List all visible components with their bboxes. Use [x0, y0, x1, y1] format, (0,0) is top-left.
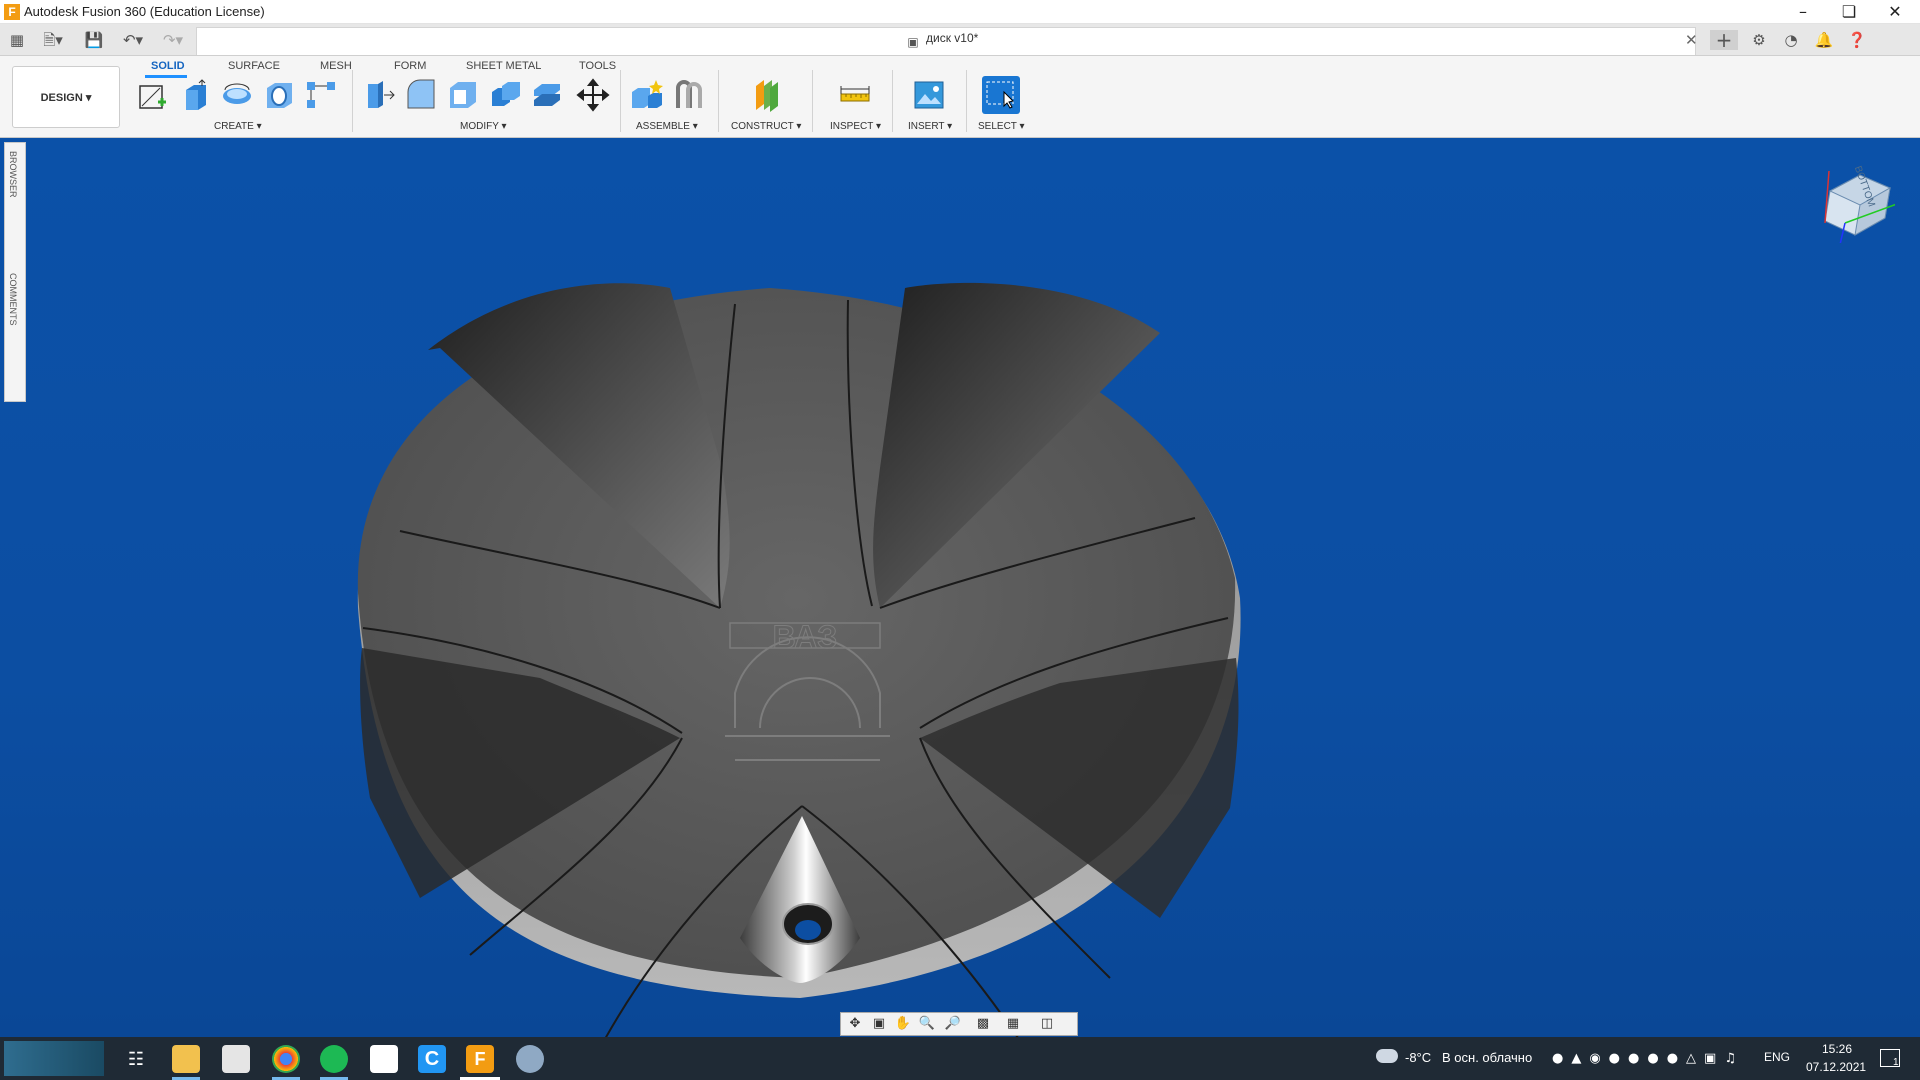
tray-icons[interactable]: ●▲◉●●●●△▣♫ [1552, 1051, 1752, 1067]
fusion-logo-icon: F [4, 4, 20, 20]
language-indicator[interactable]: ENG [1764, 1050, 1790, 1064]
look-at-icon[interactable]: ▣ [869, 1015, 889, 1033]
file-explorer-icon[interactable] [172, 1045, 200, 1073]
workspace-switcher-button[interactable]: DESIGN ▾ [12, 66, 120, 128]
start-button[interactable] [4, 1041, 104, 1076]
navigation-bar: ✥ ▣ ✋ 🔍 🔎 ▩ ▦ ◫ [840, 1012, 1078, 1036]
component-icon: ▣ [907, 35, 919, 49]
create-group-label[interactable]: CREATE ▾ [214, 121, 262, 132]
select-tool-icon[interactable] [982, 76, 1020, 114]
insert-group-label[interactable]: INSERT ▾ [908, 121, 952, 132]
notifications-bell-icon[interactable]: 🔔 [1813, 30, 1835, 50]
assemble-group-label[interactable]: ASSEMBLE ▾ [636, 121, 698, 132]
windows-taskbar: ☷ C F -8°C В осн. облачно ●▲◉●●●●△▣♫ ENG… [0, 1037, 1920, 1080]
orbit-icon[interactable]: ✥ [845, 1015, 865, 1033]
bolt-hole-through [795, 920, 821, 940]
redo-icon[interactable]: ↷▾ [158, 30, 188, 50]
pan-hand-icon[interactable]: ✋ [893, 1015, 913, 1033]
window-titlebar: F Autodesk Fusion 360 (Education License… [0, 0, 1920, 24]
3d-viewport[interactable]: BROWSER COMMENTS ВАЗ BOTTOM [0, 138, 1920, 1037]
minimize-button[interactable]: – [1780, 0, 1826, 24]
tab-sheet-metal[interactable]: SHEET METAL [466, 60, 541, 72]
viewports-icon[interactable]: ◫ [1037, 1015, 1057, 1033]
divider [966, 70, 967, 132]
inspect-group-label[interactable]: INSPECT ▾ [830, 121, 881, 132]
help-icon[interactable]: ❓ [1846, 30, 1868, 50]
divider [718, 70, 719, 132]
joint-icon[interactable] [672, 78, 706, 112]
measure-icon[interactable] [838, 78, 872, 112]
wheel-cap-model[interactable]: ВАЗ [0, 138, 1920, 1037]
combine-icon[interactable] [488, 78, 522, 112]
clock-time[interactable]: 15:26 [1822, 1042, 1852, 1056]
document-tab-name: диск v10* [926, 31, 979, 45]
emblem-text: ВАЗ [773, 619, 838, 655]
divider [892, 70, 893, 132]
offset-face-icon[interactable] [530, 78, 564, 112]
divider [620, 70, 621, 132]
window-title: Autodesk Fusion 360 (Education License) [24, 4, 265, 19]
apps-grid-icon[interactable]: ▦ [8, 30, 26, 50]
press-pull-icon[interactable] [362, 78, 396, 112]
revolve-icon[interactable] [220, 78, 254, 112]
document-tab-close-icon[interactable]: ✕ [1685, 30, 1698, 50]
job-status-icon[interactable]: ◔ [1780, 30, 1802, 50]
new-component-icon[interactable] [630, 78, 664, 112]
new-tab-plus-icon[interactable]: + [1710, 30, 1738, 50]
fusion-taskbar-icon[interactable]: F [466, 1045, 494, 1073]
weather-icon[interactable] [1376, 1049, 1398, 1063]
modify-group-label[interactable]: MODIFY ▾ [460, 121, 507, 132]
chrome-icon[interactable] [272, 1045, 300, 1073]
display-settings-icon[interactable]: ▩ [973, 1015, 993, 1033]
fillet-icon[interactable] [404, 78, 438, 112]
app-icon-2[interactable] [516, 1045, 544, 1073]
insert-canvas-icon[interactable] [912, 78, 946, 112]
select-group-label[interactable]: SELECT ▾ [978, 121, 1025, 132]
spotify-icon[interactable] [320, 1045, 348, 1073]
undo-icon[interactable]: ↶▾ [118, 30, 148, 50]
tab-mesh[interactable]: MESH [320, 60, 352, 72]
offset-plane-icon[interactable] [750, 78, 784, 112]
zoom-icon[interactable]: 🔍 [917, 1015, 937, 1033]
tab-solid[interactable]: SOLID [151, 60, 185, 72]
notification-count: 1 [1893, 1057, 1899, 1068]
create-sketch-icon[interactable] [136, 78, 170, 112]
extrude-icon[interactable] [178, 78, 212, 112]
clock-date[interactable]: 07.12.2021 [1806, 1060, 1866, 1074]
weather-temp[interactable]: -8°C [1405, 1050, 1431, 1065]
shell-icon[interactable] [446, 78, 480, 112]
divider [352, 70, 353, 132]
toolbar-ribbon: DESIGN ▾ SOLID SURFACE MESH FORM SHEET M… [0, 56, 1920, 138]
weather-text[interactable]: В осн. облачно [1442, 1050, 1532, 1065]
restore-button[interactable]: ❏ [1826, 0, 1872, 24]
app-icon[interactable] [370, 1045, 398, 1073]
viewcube[interactable]: BOTTOM [1815, 163, 1906, 250]
cura-icon[interactable]: C [418, 1045, 446, 1073]
task-view-icon[interactable]: ☷ [122, 1045, 150, 1073]
file-menu-icon[interactable]: 🗎▾ [38, 30, 68, 50]
tab-surface[interactable]: SURFACE [228, 60, 280, 72]
divider [812, 70, 813, 132]
hole-icon[interactable] [262, 78, 296, 112]
pattern-icon[interactable] [304, 78, 338, 112]
construct-group-label[interactable]: CONSTRUCT ▾ [731, 121, 801, 132]
fit-icon[interactable]: 🔎 [943, 1015, 963, 1033]
store-icon[interactable] [222, 1045, 250, 1073]
save-icon[interactable]: 💾 [84, 30, 104, 50]
grid-settings-icon[interactable]: ▦ [1003, 1015, 1023, 1033]
close-button[interactable]: ✕ [1872, 0, 1918, 24]
tab-form[interactable]: FORM [394, 60, 426, 72]
move-copy-icon[interactable] [576, 78, 610, 112]
tab-tools[interactable]: TOOLS [579, 60, 616, 72]
extensions-icon[interactable]: ⚙ [1748, 30, 1770, 50]
